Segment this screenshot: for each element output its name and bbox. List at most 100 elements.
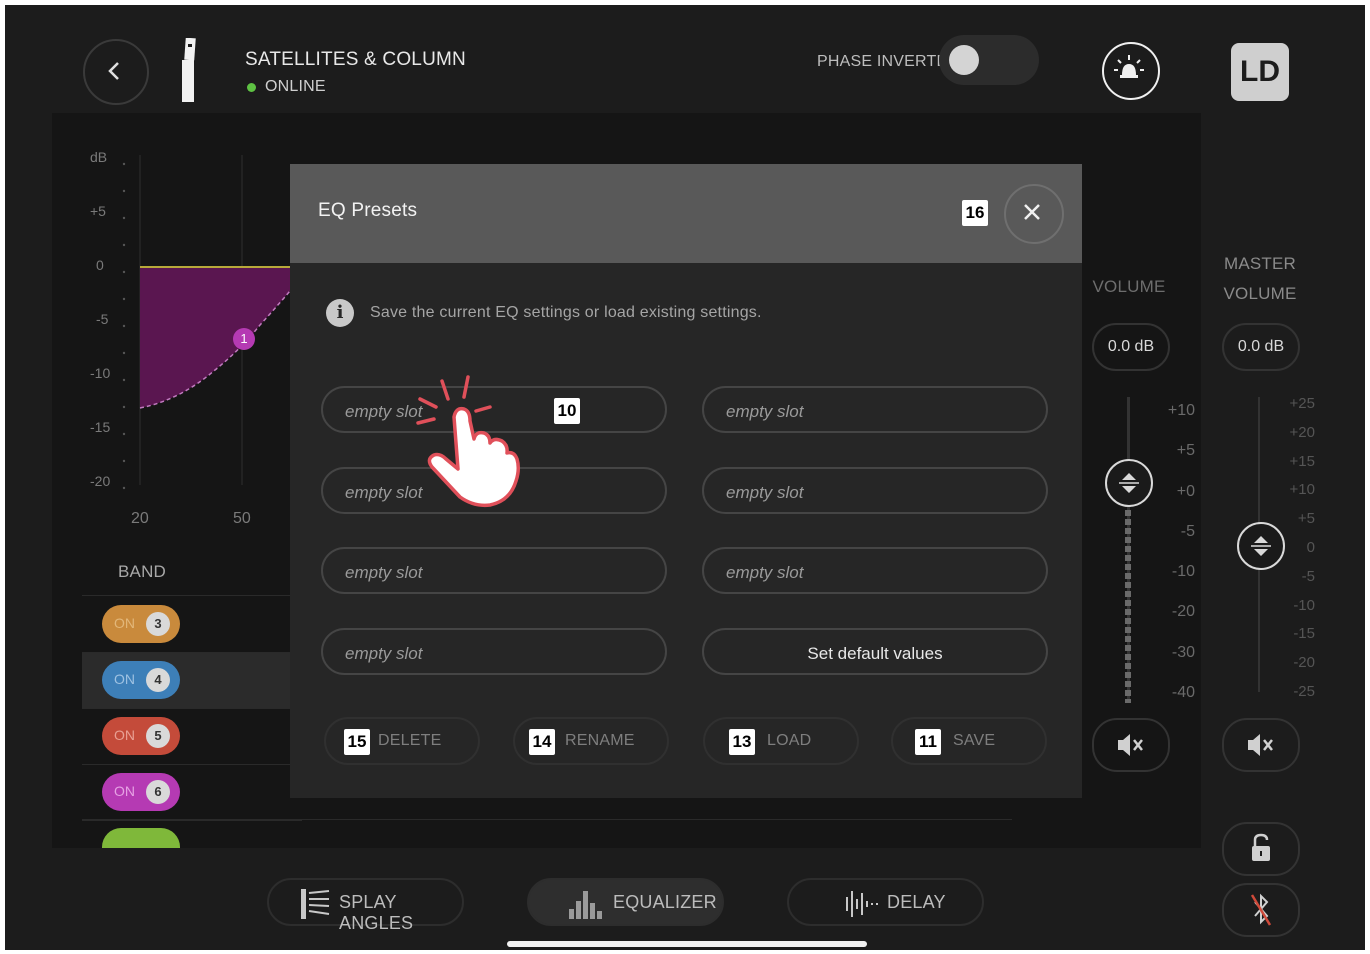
volume-level-meter [1125, 483, 1131, 703]
scale-label: -10 [1293, 596, 1315, 614]
y-label: -5 [96, 311, 109, 327]
callout-badge: 10 [554, 398, 580, 424]
toggle-knob [949, 45, 979, 75]
master-volume-value[interactable]: 0.0 dB [1222, 323, 1300, 371]
bluetooth-button[interactable] [1222, 883, 1300, 937]
preset-slot[interactable]: empty slot [702, 386, 1048, 433]
callout-badge: 14 [529, 729, 555, 755]
band-number: 3 [146, 612, 170, 636]
scale-label: -20 [1171, 603, 1195, 621]
delay-icon [846, 891, 878, 917]
callout-badge: 11 [915, 729, 941, 755]
band-number: 4 [146, 668, 170, 692]
band-on-label: ON [114, 727, 135, 743]
band-row-selected[interactable]: ON 4 [82, 653, 302, 709]
app-screen: SATELLITES & COLUMN ONLINE PHASE INVERTE… [5, 5, 1365, 950]
delete-button[interactable]: 15 DELETE [324, 717, 480, 765]
band-row[interactable]: ON 5 [82, 709, 302, 765]
preset-slot[interactable]: empty slot [321, 547, 667, 594]
up-down-arrows-icon [1119, 473, 1139, 493]
band-toggle[interactable]: ON 4 [102, 661, 180, 699]
y-label: +5 [90, 203, 106, 219]
rename-button[interactable]: 14 RENAME [513, 717, 669, 765]
tap-hand-icon [416, 375, 521, 508]
band-number: 6 [146, 780, 170, 804]
load-label: LOAD [767, 732, 812, 749]
scale-label: +5 [1176, 442, 1195, 460]
scale-label: +0 [1176, 482, 1195, 500]
band-marker[interactable]: 1 [233, 328, 255, 350]
preset-slot[interactable]: empty slot [702, 547, 1048, 594]
callout-badge: 16 [962, 200, 988, 226]
lock-button[interactable] [1222, 822, 1300, 876]
light-icon [1114, 55, 1144, 78]
scale-label: -30 [1171, 643, 1195, 661]
preset-slot[interactable]: empty slot [321, 628, 667, 675]
column-speaker-icon [182, 38, 196, 102]
tab-equalizer[interactable]: EQUALIZER [527, 878, 724, 926]
splay-icon [301, 889, 330, 919]
close-button[interactable] [1004, 184, 1064, 244]
delete-label: DELETE [378, 732, 442, 749]
master-mute-button[interactable] [1222, 718, 1300, 772]
master-volume-label: MASTER VOLUME [1215, 249, 1305, 309]
scale-label: -20 [1293, 654, 1315, 672]
mute-icon [1248, 734, 1273, 756]
volume-mute-button[interactable] [1092, 718, 1170, 772]
chevron-left-icon [108, 62, 119, 80]
band-toggle[interactable]: ON 5 [102, 717, 180, 755]
scale-label: -10 [1171, 563, 1195, 581]
master-label-line: VOLUME [1223, 284, 1297, 303]
eq-curve-graph [122, 155, 296, 490]
volume-fader-knob[interactable] [1105, 459, 1153, 507]
scale-label: +15 [1289, 452, 1315, 470]
y-label: -15 [90, 419, 111, 435]
y-label: 0 [96, 257, 104, 273]
band-row[interactable]: ON 3 [82, 597, 302, 653]
dialog-title: EQ Presets [318, 200, 418, 221]
scale-label: +10 [1167, 402, 1195, 419]
load-button[interactable]: 13 LOAD [703, 717, 859, 765]
y-label: -20 [90, 473, 111, 489]
bluetooth-off-icon [1250, 893, 1272, 926]
scale-label: -40 [1171, 684, 1195, 702]
info-icon: i [326, 299, 354, 327]
tab-delay[interactable]: DELAY [787, 878, 984, 926]
volume-value[interactable]: 0.0 dB [1092, 323, 1170, 371]
scale-label: -25 [1293, 682, 1315, 700]
tab-splay-angles[interactable]: SPLAY ANGLES [267, 878, 464, 933]
band-toggle[interactable]: ON 6 [102, 773, 180, 811]
scale-label: +10 [1289, 481, 1315, 499]
rename-label: RENAME [565, 732, 635, 749]
home-indicator [507, 941, 867, 947]
band-toggle-partial[interactable] [102, 828, 180, 848]
volume-label: VOLUME [1092, 277, 1166, 296]
x-label: 50 [233, 510, 251, 527]
scale-label: -5 [1180, 522, 1195, 540]
callout-badge: 15 [344, 729, 370, 755]
online-status-dot [247, 83, 256, 92]
master-label-line: MASTER [1223, 254, 1297, 273]
eq-presets-dialog: EQ Presets 16 i Save the current EQ sett… [290, 164, 1082, 798]
master-fader-knob[interactable] [1237, 522, 1285, 570]
band-column-header: BAND [118, 562, 167, 581]
mute-icon [1118, 734, 1143, 756]
close-icon [1024, 204, 1040, 220]
scale-label: +20 [1289, 423, 1315, 441]
tab-label: DELAY [887, 892, 946, 912]
back-button[interactable] [83, 39, 149, 105]
band-toggle[interactable]: ON 3 [102, 605, 180, 643]
tab-label: SPLAY ANGLES [339, 892, 414, 933]
unlock-icon [1252, 833, 1270, 861]
y-axis: dB +5 0 -5 -10 -15 -20 [90, 149, 120, 499]
band-on-label: ON [114, 783, 135, 799]
preset-slot[interactable]: empty slot [702, 467, 1048, 514]
set-default-values-button[interactable]: Set default values [702, 628, 1048, 675]
save-button[interactable]: 11 SAVE [891, 717, 1047, 765]
save-label: SAVE [953, 732, 996, 749]
scale-label: +25 [1289, 395, 1315, 412]
volume-scale: +10 +5 +0 -5 -10 -20 -30 -40 [1155, 391, 1195, 713]
band-row[interactable]: ON 6 [82, 765, 302, 821]
identify-light-button[interactable] [1102, 42, 1160, 100]
y-label: -10 [90, 365, 111, 381]
